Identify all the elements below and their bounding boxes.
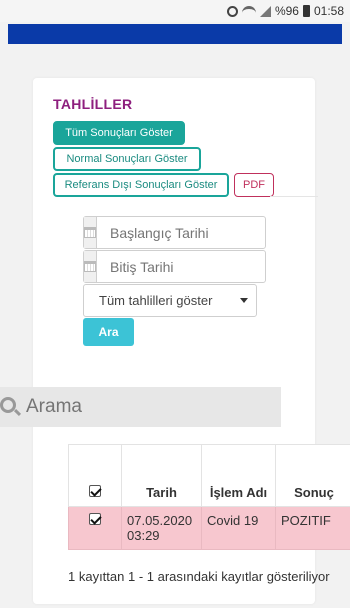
select-value: Tüm tahlilleri göster	[99, 293, 213, 308]
row-result: POZITIF	[275, 506, 350, 550]
name-column-header[interactable]: İşlem Adı	[201, 444, 276, 507]
select-all-header	[68, 444, 122, 507]
result-column-header[interactable]: Sonuç	[275, 444, 350, 507]
calendar-addon[interactable]	[84, 251, 97, 282]
status-icons: %96 01:58	[226, 4, 344, 18]
search-bar[interactable]	[0, 387, 281, 427]
signal-icon	[259, 5, 271, 17]
wifi-icon	[241, 6, 256, 16]
page-title: TAHLİLLER	[53, 96, 133, 112]
battery-icon	[302, 5, 310, 17]
divider	[270, 196, 318, 197]
clock: 01:58	[313, 4, 344, 18]
show-all-results-button[interactable]: Tüm Sonuçları Göster	[53, 121, 185, 145]
row-checkbox-icon[interactable]	[89, 513, 101, 525]
search-input[interactable]	[26, 396, 266, 418]
row-date: 07.05.2020 03:29	[121, 506, 202, 550]
calendar-addon[interactable]	[84, 217, 97, 248]
chevron-down-icon	[240, 298, 248, 303]
results-table: Tarih İşlem Adı Sonuç 07.05.2020 03:29 C…	[68, 444, 350, 550]
show-normal-results-button[interactable]: Normal Sonuçları Göster	[53, 147, 201, 171]
end-date-field[interactable]	[83, 250, 291, 283]
pagination-info: 1 kayıttan 1 - 1 arasındaki kayıtlar gös…	[68, 569, 330, 584]
status-bar: %96 01:58	[0, 0, 350, 22]
table-header-row: Tarih İşlem Adı Sonuç	[68, 444, 350, 507]
show-out-of-range-results-button[interactable]: Referans Dışı Sonuçları Göster	[53, 173, 229, 197]
calendar-icon	[84, 227, 96, 238]
search-submit-button[interactable]: Ara	[83, 318, 134, 346]
search-icon	[0, 394, 22, 420]
test-type-select[interactable]: Tüm tahlilleri göster	[83, 284, 257, 317]
start-date-field[interactable]	[83, 216, 291, 249]
start-date-input[interactable]	[97, 217, 291, 248]
pdf-button[interactable]: PDF	[234, 173, 274, 197]
alarm-icon	[226, 5, 238, 17]
table-row[interactable]: 07.05.2020 03:29 Covid 19 POZITIF	[68, 506, 350, 550]
date-column-header[interactable]: Tarih	[121, 444, 202, 507]
battery-percent: %96	[274, 4, 299, 18]
calendar-icon	[84, 261, 96, 272]
end-date-input[interactable]	[97, 251, 291, 282]
top-navigation-bar	[8, 24, 342, 44]
select-all-checkbox-icon[interactable]	[89, 485, 101, 497]
row-checkbox-cell	[68, 506, 122, 550]
row-name: Covid 19	[201, 506, 276, 550]
